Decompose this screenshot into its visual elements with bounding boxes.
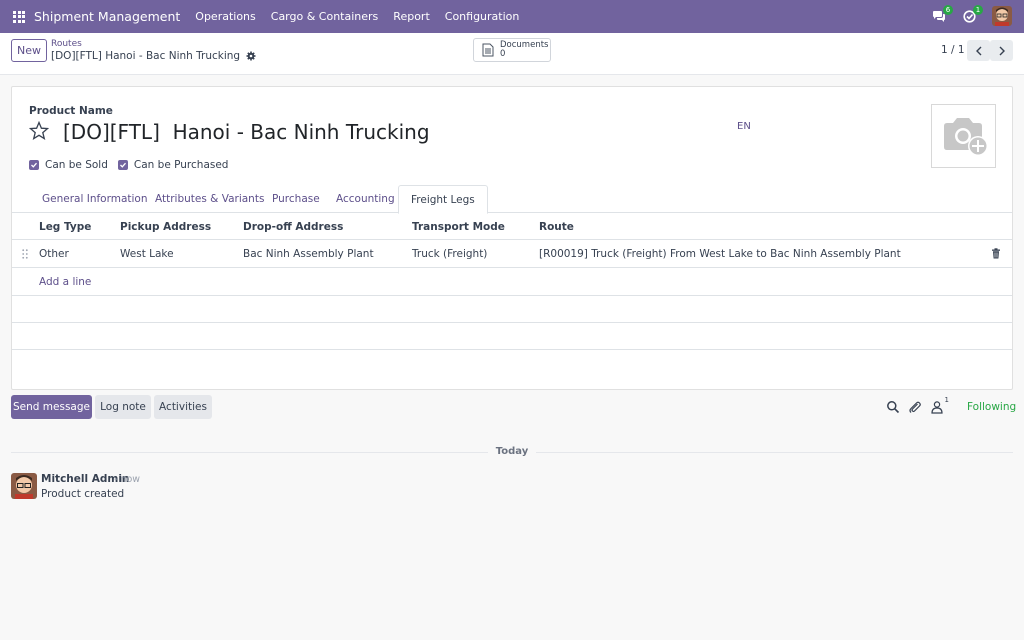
- form-sheet: Product Name [DO][FTL] Hanoi - Bac Ninh …: [11, 86, 1013, 390]
- activities-button[interactable]: 1: [958, 5, 983, 27]
- activities-button[interactable]: Activities: [154, 395, 212, 419]
- search-icon[interactable]: [886, 400, 900, 414]
- table-header: Leg Type Pickup Address Drop-off Address…: [12, 213, 1012, 240]
- cell-pickup-address[interactable]: West Lake: [120, 248, 174, 260]
- can-be-purchased-checkbox[interactable]: Can be Purchased: [117, 159, 229, 171]
- menu-operations[interactable]: Operations: [195, 10, 255, 23]
- product-name-input[interactable]: [DO][FTL] Hanoi - Bac Ninh Trucking: [63, 120, 430, 144]
- column-transport-mode[interactable]: Transport Mode: [412, 221, 505, 233]
- document-icon: [482, 43, 494, 57]
- menu-configuration[interactable]: Configuration: [445, 10, 520, 23]
- checkbox-checked-icon: [29, 160, 39, 170]
- activities-badge: 1: [973, 5, 983, 15]
- cell-route[interactable]: [R00019] Truck (Freight) From West Lake …: [539, 248, 901, 260]
- user-avatar[interactable]: [992, 6, 1012, 26]
- menu-cargo-containers[interactable]: Cargo & Containers: [271, 10, 379, 23]
- chevron-left-icon: [975, 46, 981, 55]
- app-brand[interactable]: Shipment Management: [34, 9, 180, 24]
- column-pickup-address[interactable]: Pickup Address: [120, 221, 211, 233]
- product-name-label: Product Name: [29, 105, 113, 117]
- tab-accounting[interactable]: Accounting: [324, 185, 407, 213]
- camera-add-icon: [943, 118, 988, 156]
- gear-icon[interactable]: [246, 51, 256, 61]
- can-be-purchased-label: Can be Purchased: [133, 159, 229, 171]
- messaging-button[interactable]: 6: [928, 5, 953, 27]
- language-button[interactable]: EN: [737, 121, 751, 132]
- log-note-button[interactable]: Log note: [95, 395, 151, 419]
- following-button[interactable]: Following: [967, 401, 1016, 413]
- chevron-right-icon: [999, 46, 1005, 55]
- send-message-button[interactable]: Send message: [11, 395, 92, 419]
- documents-button[interactable]: Documents 0: [473, 38, 551, 62]
- paperclip-icon[interactable]: [908, 400, 922, 414]
- new-button[interactable]: New: [11, 39, 47, 62]
- add-a-line-link[interactable]: Add a line: [39, 276, 91, 288]
- followers-button[interactable]: 1: [930, 396, 949, 414]
- checkbox-checked-icon: [117, 160, 128, 170]
- pager-value[interactable]: 1 / 1: [941, 44, 965, 56]
- apps-menu-icon[interactable]: [13, 10, 25, 23]
- tab-freight-legs[interactable]: Freight Legs: [398, 185, 488, 214]
- table-row[interactable]: Other West Lake Bac Ninh Assembly Plant …: [12, 240, 1012, 268]
- documents-count: 0: [500, 49, 506, 59]
- product-image-field[interactable]: [931, 104, 996, 168]
- notebook-tabs: General Information Attributes & Variant…: [12, 185, 1012, 214]
- pager-next-button[interactable]: [990, 40, 1013, 61]
- message-body: Product created: [41, 488, 125, 500]
- tab-attributes-variants[interactable]: Attributes & Variants: [143, 185, 276, 213]
- column-dropoff-address[interactable]: Drop-off Address: [243, 221, 343, 233]
- breadcrumb-parent[interactable]: Routes: [51, 39, 82, 49]
- followers-count: 1: [944, 396, 949, 404]
- column-leg-type[interactable]: Leg Type: [39, 221, 91, 233]
- drag-handle-icon[interactable]: [22, 249, 28, 259]
- menu-report[interactable]: Report: [393, 10, 429, 23]
- cell-dropoff-address[interactable]: Bac Ninh Assembly Plant: [243, 248, 374, 260]
- empty-row: [12, 323, 1012, 350]
- messages-badge: 6: [943, 5, 953, 15]
- cell-leg-type[interactable]: Other: [39, 248, 69, 260]
- control-panel: New Routes [DO][FTL] Hanoi - Bac Ninh Tr…: [0, 33, 1024, 75]
- message-author-avatar[interactable]: [11, 473, 37, 499]
- can-be-sold-label: Can be Sold: [45, 159, 108, 171]
- column-route[interactable]: Route: [539, 221, 574, 233]
- star-icon[interactable]: [29, 121, 49, 141]
- add-line-row: Add a line: [12, 268, 1012, 296]
- breadcrumb-current-label: [DO][FTL] Hanoi - Bac Ninh Trucking: [51, 50, 241, 62]
- pager-previous-button[interactable]: [967, 40, 990, 61]
- tab-general-information[interactable]: General Information: [30, 185, 160, 213]
- documents-label: Documents: [500, 40, 549, 50]
- date-separator-label: Today: [488, 446, 536, 457]
- can-be-sold-checkbox[interactable]: Can be Sold: [29, 159, 108, 171]
- trash-icon[interactable]: [991, 248, 1001, 259]
- chatter-topbar-icons: 1: [886, 396, 952, 414]
- empty-row: [12, 296, 1012, 323]
- tab-purchase[interactable]: Purchase: [260, 185, 332, 213]
- cell-transport-mode[interactable]: Truck (Freight): [412, 248, 487, 260]
- freight-legs-table: Leg Type Pickup Address Drop-off Address…: [12, 213, 1012, 350]
- message-timestamp: - now: [114, 474, 141, 485]
- top-navbar: Shipment Management Operations Cargo & C…: [0, 0, 1024, 33]
- breadcrumb-current: [DO][FTL] Hanoi - Bac Ninh Trucking: [51, 50, 256, 62]
- user-icon: [931, 401, 943, 414]
